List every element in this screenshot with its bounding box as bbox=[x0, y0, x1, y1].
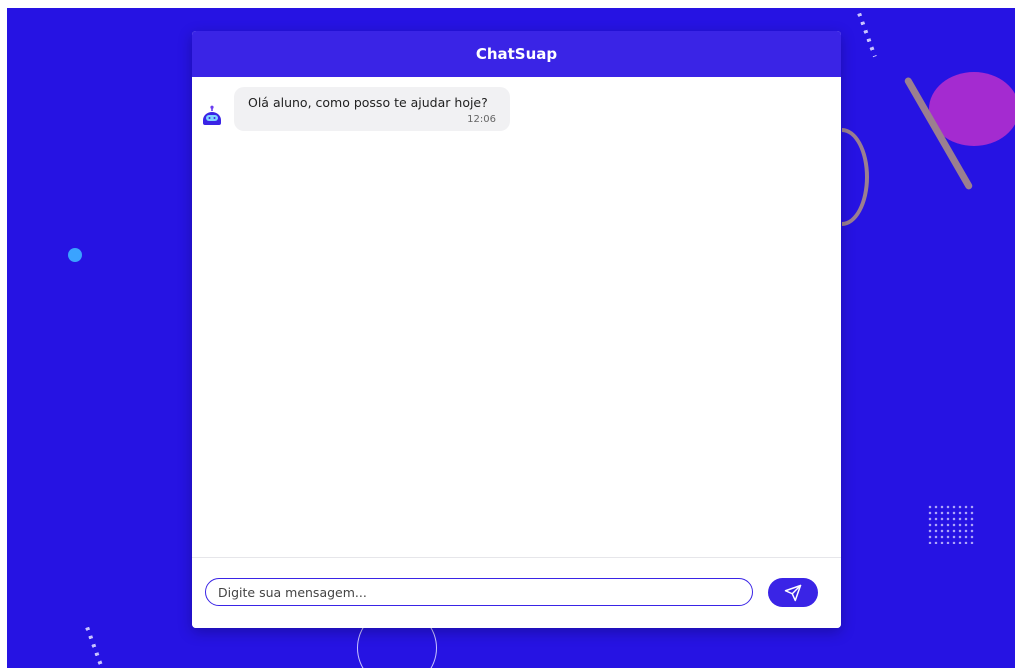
decor-dot-grid bbox=[927, 504, 975, 544]
decor-dotted-line-bottom bbox=[85, 626, 105, 668]
robot-icon bbox=[203, 105, 221, 125]
chat-window: ChatSuap Olá aluno, como posso te ajudar… bbox=[192, 31, 841, 628]
chat-header: ChatSuap bbox=[192, 31, 841, 77]
send-button[interactable] bbox=[768, 578, 818, 607]
paper-plane-icon bbox=[784, 584, 802, 601]
message-list[interactable]: Olá aluno, como posso te ajudar hoje? 12… bbox=[192, 77, 841, 558]
decor-dotted-line-top bbox=[857, 12, 877, 58]
message-time: 12:06 bbox=[467, 114, 496, 125]
message-row: Olá aluno, como posso te ajudar hoje? 12… bbox=[200, 87, 510, 131]
chat-title: ChatSuap bbox=[475, 45, 558, 63]
message-composer bbox=[192, 557, 841, 628]
message-input[interactable] bbox=[205, 578, 753, 606]
decor-blue-dot bbox=[68, 248, 82, 262]
message-bubble: Olá aluno, como posso te ajudar hoje? 12… bbox=[234, 87, 510, 131]
message-text: Olá aluno, como posso te ajudar hoje? bbox=[248, 95, 488, 110]
